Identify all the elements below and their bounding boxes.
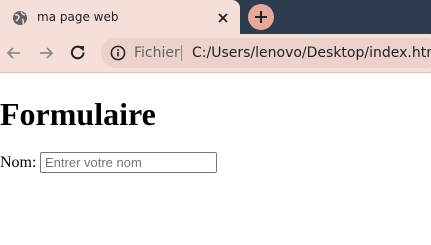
address-separator	[181, 45, 182, 61]
address-scheme-label: Fichier	[134, 45, 180, 61]
forward-button[interactable]	[36, 43, 56, 63]
name-label: Nom:	[0, 154, 37, 171]
address-url[interactable]: C:/Users/lenovo/Desktop/index.html	[192, 45, 431, 61]
address-bar[interactable]: Fichier C:/Users/lenovo/Desktop/index.ht…	[101, 38, 431, 68]
new-tab-button[interactable]	[248, 4, 274, 30]
tab-active[interactable]: ma page web	[0, 0, 240, 34]
page-heading: Formulaire	[0, 96, 156, 132]
name-input[interactable]	[40, 152, 217, 173]
background-window-text	[285, 0, 431, 34]
close-icon[interactable]	[215, 10, 231, 26]
tab-title: ma page web	[37, 10, 119, 24]
arrow-right-icon	[40, 47, 54, 59]
tab-strip: ma page web	[0, 0, 431, 34]
info-icon[interactable]	[110, 45, 126, 61]
arrow-left-icon	[6, 47, 20, 59]
reload-button[interactable]	[68, 43, 88, 63]
globe-icon	[12, 10, 28, 26]
back-button[interactable]	[4, 43, 24, 63]
browser-toolbar: Fichier C:/Users/lenovo/Desktop/index.ht…	[0, 34, 431, 73]
plus-icon	[255, 11, 267, 23]
reload-icon	[70, 45, 85, 60]
